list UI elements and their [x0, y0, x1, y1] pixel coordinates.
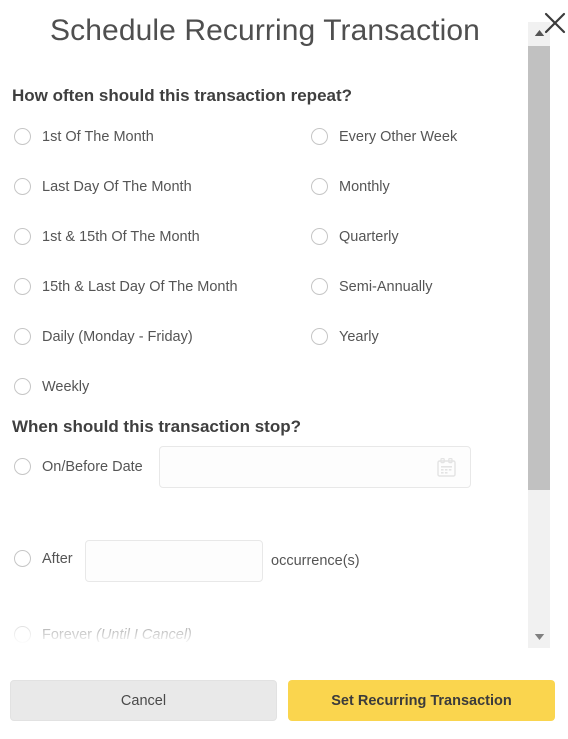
radio-option-last-day-of-the-month[interactable]: Last Day Of The Month [14, 178, 192, 195]
radio-label: On/Before Date [42, 458, 143, 475]
radio-label: After [42, 550, 73, 567]
radio-label: Forever (Until I Cancel) [42, 627, 192, 643]
close-icon[interactable] [542, 10, 568, 36]
radio-option-on-before-date[interactable]: On/Before Date [14, 458, 143, 475]
vertical-scrollbar[interactable] [528, 22, 550, 648]
radio-label: 15th & Last Day Of The Month [42, 278, 238, 295]
radio-option-forever[interactable]: Forever (Until I Cancel) [14, 626, 192, 643]
dialog-footer: Cancel Set Recurring Transaction [0, 678, 568, 739]
radio-mark[interactable] [14, 228, 31, 245]
caret-down-icon[interactable] [528, 626, 550, 648]
forever-label-text: Forever [42, 626, 96, 643]
radio-label: Monthly [339, 178, 390, 195]
radio-mark[interactable] [14, 626, 31, 643]
radio-label: 1st & 15th Of The Month [42, 228, 200, 245]
page-title: Schedule Recurring Transaction [50, 14, 480, 47]
radio-mark[interactable] [14, 378, 31, 395]
radio-mark[interactable] [311, 178, 328, 195]
radio-option-daily-monday-friday[interactable]: Daily (Monday - Friday) [14, 328, 193, 345]
repeat-section-heading: How often should this transaction repeat… [12, 86, 353, 105]
radio-mark[interactable] [14, 550, 31, 567]
radio-option-weekly[interactable]: Weekly [14, 378, 89, 395]
radio-mark[interactable] [311, 228, 328, 245]
radio-option-every-other-week[interactable]: Every Other Week [311, 128, 457, 145]
radio-mark[interactable] [14, 178, 31, 195]
radio-option-quarterly[interactable]: Quarterly [311, 228, 399, 245]
radio-label: Quarterly [339, 228, 399, 245]
radio-label: Semi-Annually [339, 278, 433, 295]
radio-option-15th-and-last-day-of-the-month[interactable]: 15th & Last Day Of The Month [14, 278, 238, 295]
radio-option-yearly[interactable]: Yearly [311, 328, 379, 345]
radio-option-1st-of-the-month[interactable]: 1st Of The Month [14, 128, 154, 145]
radio-mark[interactable] [311, 278, 328, 295]
calendar-icon[interactable] [437, 458, 456, 477]
date-input[interactable] [159, 446, 471, 488]
set-recurring-transaction-button[interactable]: Set Recurring Transaction [288, 680, 555, 721]
cancel-button[interactable]: Cancel [10, 680, 277, 721]
stop-section-heading: When should this transaction stop? [12, 417, 301, 436]
occurrences-input[interactable] [85, 540, 263, 582]
schedule-recurring-transaction-dialog: Schedule Recurring Transaction How often… [0, 0, 568, 739]
occurrences-suffix-label: occurrence(s) [271, 553, 360, 569]
radio-option-1st-and-15th-of-the-month[interactable]: 1st & 15th Of The Month [14, 228, 200, 245]
radio-label: 1st Of The Month [42, 128, 154, 145]
radio-mark[interactable] [14, 328, 31, 345]
radio-label: Every Other Week [339, 128, 458, 145]
radio-mark[interactable] [311, 128, 328, 145]
radio-label: Yearly [339, 328, 379, 345]
radio-label: Weekly [42, 378, 90, 395]
dialog-scroll-area: How often should this transaction repeat… [0, 66, 528, 648]
radio-mark[interactable] [14, 458, 31, 475]
scrollbar-thumb[interactable] [528, 46, 550, 490]
radio-option-monthly[interactable]: Monthly [311, 178, 390, 195]
radio-mark[interactable] [14, 278, 31, 295]
radio-mark[interactable] [14, 128, 31, 145]
forever-label-italic: (Until I Cancel) [96, 626, 192, 643]
radio-option-semi-annually[interactable]: Semi-Annually [311, 278, 433, 295]
radio-label: Last Day Of The Month [42, 178, 192, 195]
radio-mark[interactable] [311, 328, 328, 345]
radio-label: Daily (Monday - Friday) [42, 328, 193, 345]
radio-option-after-occurrences[interactable]: After [14, 550, 73, 567]
